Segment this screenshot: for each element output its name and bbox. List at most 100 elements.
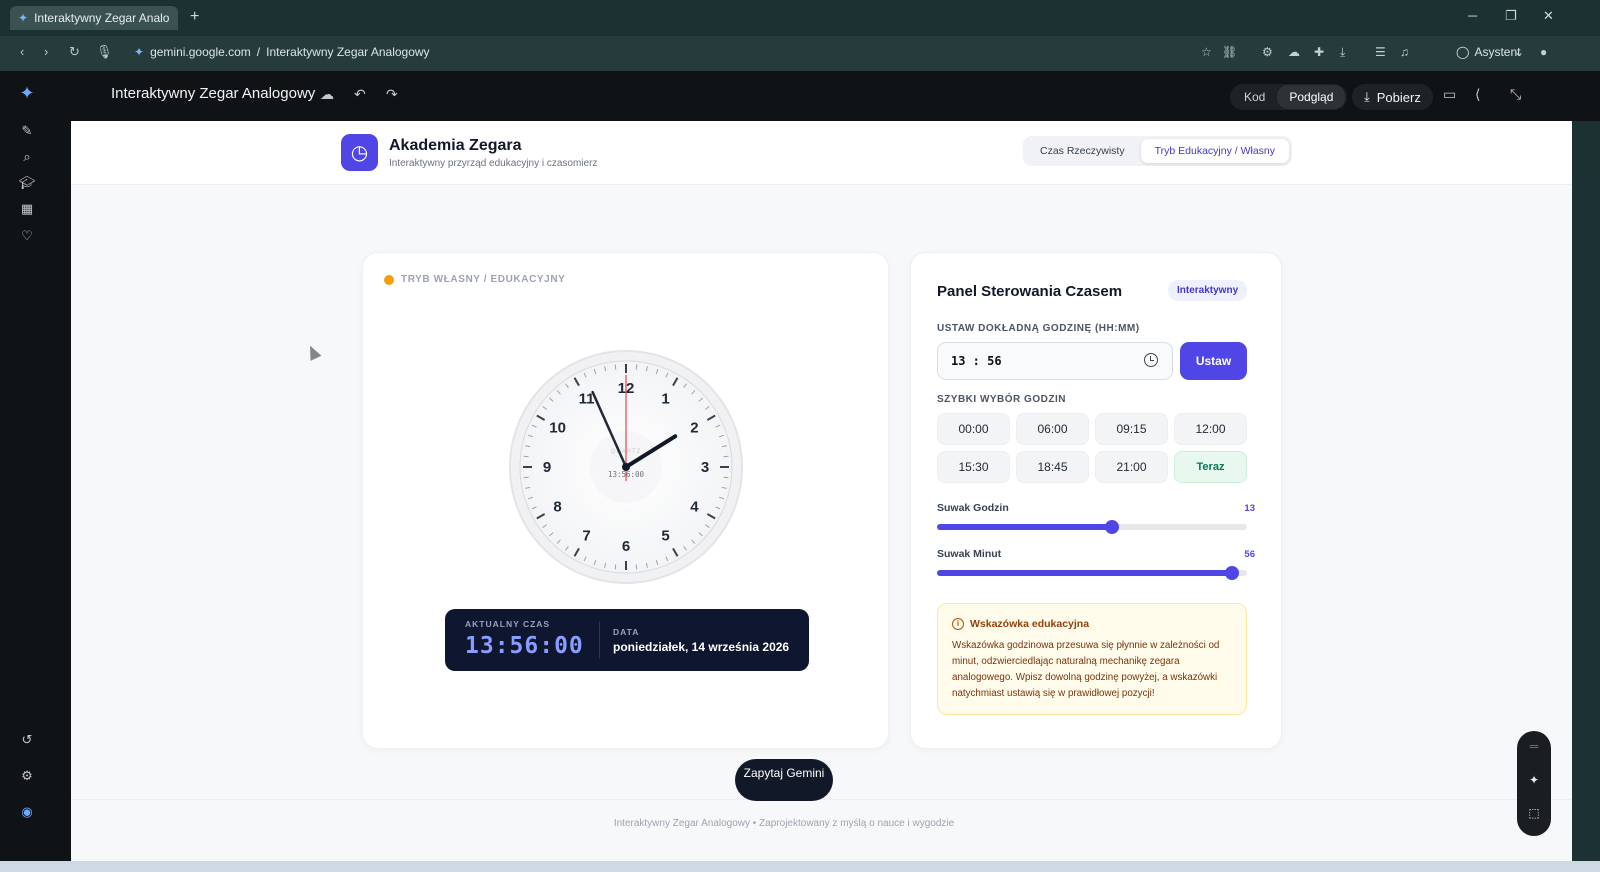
search-icon[interactable]: ⌕ xyxy=(18,149,36,167)
os-taskbar xyxy=(0,861,1600,872)
quick-time-button[interactable]: 18:45 xyxy=(1016,451,1089,483)
app-title: Interaktywny Zegar Analogowy xyxy=(111,85,316,102)
quick-time-button[interactable]: 21:00 xyxy=(1095,451,1168,483)
current-time-value: 13:56:00 xyxy=(465,633,584,659)
ask-gemini-button[interactable]: Zapytaj Gemini xyxy=(735,759,833,801)
control-panel-card: Panel Sterowania Czasem Interaktywny UST… xyxy=(910,252,1282,749)
sparkle-icon[interactable]: ✦ xyxy=(1517,773,1551,787)
clock-number: 3 xyxy=(701,459,709,476)
quick-select-label: SZYBKI WYBÓR GODZIN xyxy=(937,394,1066,405)
bookmark-star-icon[interactable]: ☆ xyxy=(1201,45,1212,59)
menu-lines-icon[interactable]: ☰ xyxy=(1375,45,1386,59)
redo-icon[interactable]: ↷ xyxy=(386,86,398,103)
quick-time-button[interactable]: 09:15 xyxy=(1095,413,1168,445)
minute-slider-thumb[interactable] xyxy=(1224,566,1239,580)
close-window-icon[interactable]: ✕ xyxy=(1543,8,1554,24)
digital-time-panel: AKTUALNY CZAS 13:56:00 DATA poniedziałek… xyxy=(445,609,809,671)
clock-number: 1 xyxy=(661,391,669,408)
download-button[interactable]: ⤓ Pobierz xyxy=(1352,84,1433,110)
learning-icon[interactable]: 🎓︎ xyxy=(18,175,36,193)
set-time-label: USTAW DOKŁADNĄ GODZINĘ (HH:MM) xyxy=(937,323,1140,334)
clock-card: TRYB WŁASNY / EDUKACYJNY 12 1 2 3 4 5 6 7 8 9 10 11… xyxy=(362,252,889,749)
time-input[interactable] xyxy=(937,342,1173,380)
history-icon[interactable]: ↺ xyxy=(18,732,36,750)
new-tab-icon[interactable]: + xyxy=(190,8,199,26)
now-button[interactable]: Teraz xyxy=(1174,451,1247,483)
status-dot xyxy=(384,274,394,285)
date-value: poniedziałek, 14 września 2026 xyxy=(613,640,790,654)
tab-code[interactable]: Kod xyxy=(1232,85,1277,109)
minute-tick xyxy=(614,364,617,370)
reload-icon[interactable]: ↻ xyxy=(69,44,80,60)
cloud-icon[interactable]: ☁︎ xyxy=(1288,45,1300,59)
clock-number: 5 xyxy=(661,527,669,544)
minute-slider[interactable] xyxy=(937,566,1247,580)
hour-slider[interactable] xyxy=(937,520,1247,534)
chevron-down-icon[interactable]: ⌄ xyxy=(1514,45,1524,59)
footer-text: Interaktywny Zegar Analogowy • Zaprojekt… xyxy=(613,818,955,829)
left-rail: ✦ ✎ ⌕ 🎓︎ ▦ ♡ ↺ ⚙︎ ◉ xyxy=(0,71,71,861)
assistant-button[interactable]: ◯ Asystent xyxy=(1456,45,1520,59)
expand-panel-icon[interactable]: ▭ xyxy=(1443,86,1456,103)
quick-time-button[interactable]: 12:00 xyxy=(1174,413,1247,445)
microphone-icon[interactable]: 🎙︎ xyxy=(96,44,113,60)
hour-slider-value: 13 xyxy=(1244,503,1255,514)
gems-icon[interactable]: ♡ xyxy=(18,228,36,246)
link-icon[interactable]: ⛓︎ xyxy=(1222,45,1237,59)
select-area-icon[interactable]: ⬚ xyxy=(1517,806,1551,820)
share-icon[interactable]: ⟨ xyxy=(1475,86,1480,103)
drag-handle-icon[interactable]: ═ xyxy=(1517,739,1551,753)
gemini-favicon-icon: ✦ xyxy=(18,11,29,25)
minute-tick xyxy=(635,564,638,570)
set-time-button[interactable]: Ustaw xyxy=(1180,342,1247,380)
undo-icon[interactable]: ↶ xyxy=(354,86,366,103)
minute-tick xyxy=(723,476,729,479)
tip-heading: i Wskazówka edukacyjna xyxy=(952,618,1089,630)
quick-time-button[interactable]: 15:30 xyxy=(937,451,1010,483)
download-browser-icon[interactable]: ⤓ xyxy=(1340,45,1345,60)
restore-icon[interactable]: ❐ xyxy=(1505,8,1517,24)
hour-slider-fill xyxy=(937,524,1113,530)
date-label: DATA xyxy=(613,627,640,637)
collapse-icon[interactable]: ⤡ xyxy=(1510,86,1521,103)
minute-tick xyxy=(723,455,729,458)
gemini-logo-icon[interactable]: ✦ xyxy=(18,83,36,103)
assistant-icon: ◯ xyxy=(1456,45,1470,59)
quick-time-button[interactable]: 00:00 xyxy=(937,413,1010,445)
tab-preview[interactable]: Podgląd xyxy=(1277,85,1346,109)
new-chat-icon[interactable]: ✎ xyxy=(18,123,36,141)
edu-tip-box: i Wskazówka edukacyjna Wskazówka godzino… xyxy=(937,603,1247,715)
minute-tick xyxy=(523,455,529,458)
cloud-save-icon[interactable]: ☁︎ xyxy=(320,86,334,103)
audio-icon[interactable]: ♫ xyxy=(1400,45,1409,59)
mode-realtime-button[interactable]: Czas Rzeczywisty xyxy=(1026,139,1139,163)
info-icon: i xyxy=(952,618,964,630)
mode-edu-button[interactable]: Tryb Edukacyjny / Własny xyxy=(1140,139,1290,163)
browser-tabstrip: ✦ Interaktywny Zegar Analo + ─ ❐ ✕ xyxy=(0,0,1600,36)
url-separator: / xyxy=(256,45,261,59)
puzzle-icon[interactable]: ✚ xyxy=(1314,45,1324,59)
minimize-icon[interactable]: ─ xyxy=(1468,8,1477,23)
avatar-icon[interactable]: ◉ xyxy=(18,804,36,822)
brand-title: Akademia Zegara xyxy=(389,137,522,154)
clock-number: 7 xyxy=(582,527,590,544)
hour-slider-thumb[interactable] xyxy=(1105,520,1120,534)
quick-time-button[interactable]: 06:00 xyxy=(1016,413,1089,445)
profile-icon[interactable]: ● xyxy=(1540,45,1547,59)
url-field[interactable]: ✦ gemini.google.com / Interaktywny Zegar… xyxy=(134,45,430,59)
tip-title: Wskazówka edukacyjna xyxy=(970,618,1090,630)
forward-icon[interactable]: › xyxy=(44,44,48,59)
clock-number: 4 xyxy=(690,499,699,516)
time-picker-icon[interactable] xyxy=(1144,353,1158,367)
minute-slider-fill xyxy=(937,570,1232,576)
apps-grid-icon[interactable]: ▦ xyxy=(18,201,36,219)
site-icon: ✦ xyxy=(134,45,145,59)
minute-slider-label: Suwak Minut xyxy=(937,548,1002,560)
back-icon[interactable]: ‹ xyxy=(20,44,24,59)
browser-tab[interactable]: ✦ Interaktywny Zegar Analo xyxy=(10,6,178,30)
preview-canvas: ◷ Akademia Zegara Interaktywny przyrząd … xyxy=(71,121,1572,861)
url-page: Interaktywny Zegar Analogowy xyxy=(266,45,430,59)
extension-icon[interactable]: ⚙︎ xyxy=(1262,45,1273,59)
settings-icon[interactable]: ⚙︎ xyxy=(18,768,36,786)
minute-tick xyxy=(523,476,529,479)
